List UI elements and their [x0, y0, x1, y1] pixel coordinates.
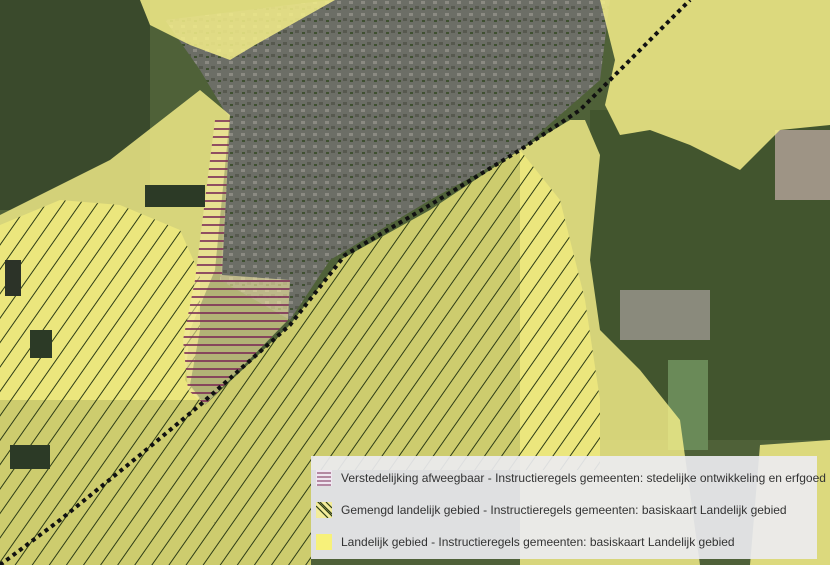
- map-legend: Verstedelijking afweegbaar - Instructier…: [311, 456, 826, 559]
- field-parcel: [620, 290, 710, 340]
- diagonal-lines-swatch-icon: [316, 502, 332, 518]
- dark-patch-2: [30, 330, 52, 358]
- legend-item-landelijk: Landelijk gebied - Instructieregels geme…: [311, 526, 817, 558]
- dark-patch-4: [145, 185, 205, 207]
- horizontal-lines-swatch-icon: [316, 470, 332, 486]
- legend-label: Verstedelijking afweegbaar - Instructier…: [341, 471, 826, 485]
- legend-label: Landelijk gebied - Instructieregels geme…: [341, 535, 735, 549]
- dark-patch-3: [10, 445, 50, 469]
- map-view[interactable]: Verstedelijking afweegbaar - Instructier…: [0, 0, 830, 565]
- field-parcel-3: [775, 130, 830, 200]
- legend-label: Gemengd landelijk gebied - Instructiereg…: [341, 503, 787, 517]
- solid-yellow-swatch-icon: [316, 534, 332, 550]
- legend-item-gemengd: Gemengd landelijk gebied - Instructiereg…: [311, 494, 817, 526]
- legend-item-verstedelijking: Verstedelijking afweegbaar - Instructier…: [311, 462, 826, 494]
- dark-patch: [5, 260, 21, 296]
